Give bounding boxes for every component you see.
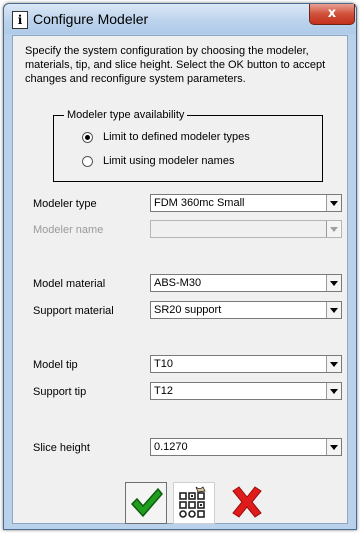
model-material-select[interactable]: ABS-M30 bbox=[150, 274, 342, 292]
description-text: Specify the system configuration by choo… bbox=[25, 45, 326, 85]
modeler-name-label: Modeler name bbox=[33, 224, 104, 236]
cancel-button[interactable] bbox=[227, 482, 267, 522]
info-icon: i bbox=[12, 11, 28, 29]
support-material-value: SR20 support bbox=[154, 304, 222, 316]
group-label: Modeler type availability bbox=[64, 108, 188, 122]
model-material-value: ABS-M30 bbox=[154, 277, 202, 289]
radio-limit-defined-types[interactable]: Limit to defined modeler types bbox=[82, 130, 250, 144]
support-material-select[interactable]: SR20 support bbox=[150, 301, 342, 319]
support-tip-label: Support tip bbox=[33, 386, 87, 398]
model-material-label: Model material bbox=[33, 278, 106, 290]
dialog-body: Specify the system configuration by choo… bbox=[12, 35, 348, 524]
chevron-down-icon[interactable] bbox=[326, 356, 341, 372]
chevron-down-icon[interactable] bbox=[326, 275, 341, 291]
modeler-name-select bbox=[150, 220, 342, 238]
chevron-down-icon bbox=[326, 221, 341, 237]
radio-button[interactable] bbox=[82, 155, 93, 167]
configure-grid-icon bbox=[179, 486, 206, 518]
title-bar[interactable]: i Configure Modeler x bbox=[4, 4, 356, 34]
model-tip-label: Model tip bbox=[33, 359, 78, 371]
model-tip-select[interactable]: T10 bbox=[150, 355, 342, 373]
window-title: Configure Modeler bbox=[33, 11, 149, 27]
configure-modeler-dialog: i Configure Modeler x Specify the system… bbox=[3, 3, 357, 530]
ok-button[interactable] bbox=[125, 482, 167, 524]
chevron-down-icon[interactable] bbox=[326, 302, 341, 318]
modeler-type-availability-group: Modeler type availability Limit to defin… bbox=[53, 108, 323, 182]
radio-button-selected[interactable] bbox=[82, 131, 93, 143]
radio-limit-modeler-names[interactable]: Limit using modeler names bbox=[82, 154, 234, 168]
modeler-type-value: FDM 360mc Small bbox=[154, 197, 245, 209]
slice-height-value: 0.1270 bbox=[154, 441, 188, 453]
radio-label: Limit to defined modeler types bbox=[103, 131, 250, 143]
modeler-type-select[interactable]: FDM 360mc Small bbox=[150, 194, 342, 212]
modeler-type-label: Modeler type bbox=[33, 198, 97, 210]
radio-label: Limit using modeler names bbox=[103, 155, 235, 167]
chevron-down-icon[interactable] bbox=[326, 195, 341, 211]
red-x-icon bbox=[232, 486, 262, 518]
configure-button[interactable] bbox=[173, 482, 215, 524]
slice-height-label: Slice height bbox=[33, 442, 90, 454]
support-tip-select[interactable]: T12 bbox=[150, 382, 342, 400]
support-material-label: Support material bbox=[33, 305, 114, 317]
close-button[interactable]: x bbox=[309, 4, 355, 25]
support-tip-value: T12 bbox=[154, 385, 173, 397]
chevron-down-icon[interactable] bbox=[326, 383, 341, 399]
chevron-down-icon[interactable] bbox=[326, 439, 341, 455]
slice-height-select[interactable]: 0.1270 bbox=[150, 438, 342, 456]
green-checkmark-icon bbox=[130, 487, 163, 518]
model-tip-value: T10 bbox=[154, 358, 173, 370]
